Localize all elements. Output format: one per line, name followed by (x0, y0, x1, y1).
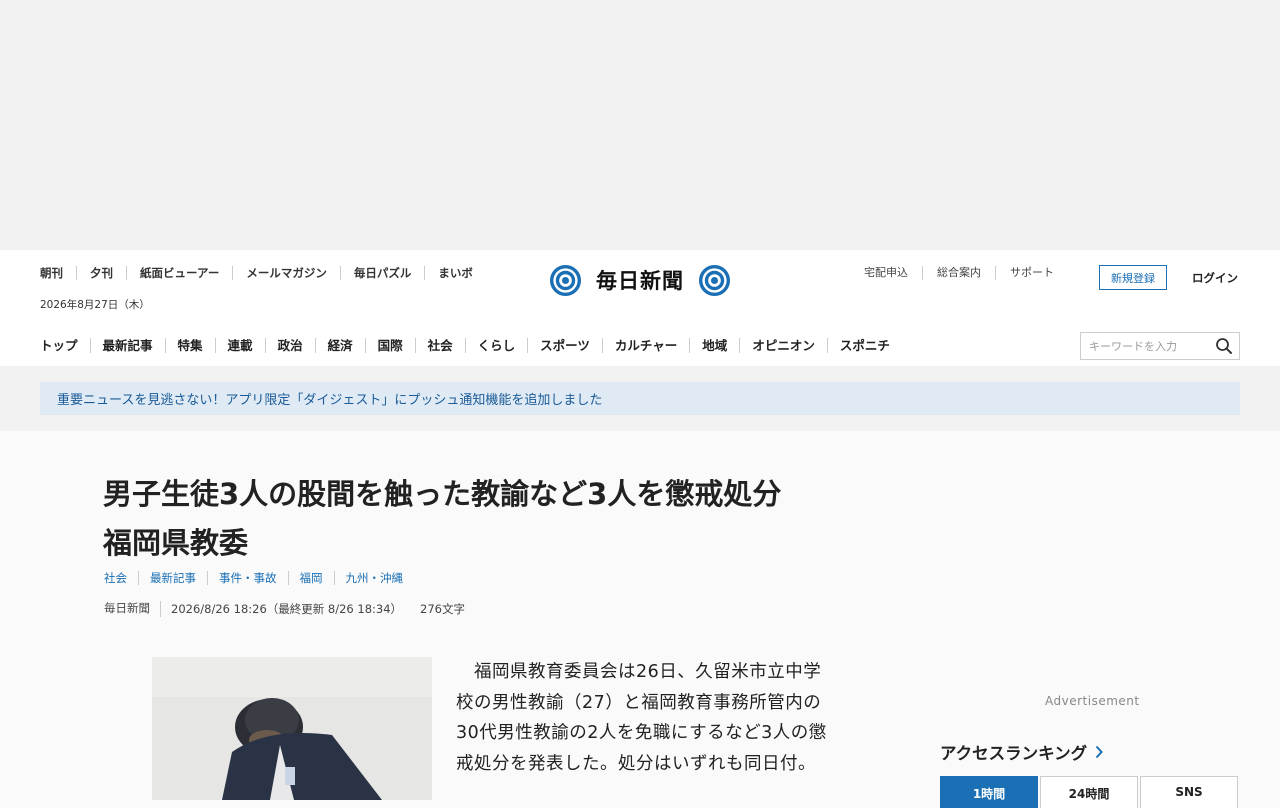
ranking-title-link[interactable]: アクセスランキング (940, 740, 1104, 764)
tab-24hours[interactable]: 24時間 (1040, 776, 1138, 808)
top-nav-item-maibo[interactable]: まいボ (424, 266, 486, 280)
login-button[interactable]: ログイン (1192, 270, 1238, 286)
tag-link[interactable]: 九州・沖縄 (333, 571, 415, 585)
logo-emblem-icon (549, 264, 582, 296)
main-nav-item-latest[interactable]: 最新記事 (89, 338, 165, 353)
utility-nav: 宅配申込 総合案内 サポート (864, 266, 1068, 280)
tag-link[interactable]: 最新記事 (138, 571, 207, 585)
site-logo[interactable]: 毎日新聞 (549, 263, 731, 297)
main-nav-item-international[interactable]: 国際 (364, 338, 415, 353)
article-title-line: 男子生徒3人の股間を触った教諭など3人を懲戒処分 (103, 477, 782, 511)
chevron-right-icon (1095, 745, 1104, 759)
app-notice-link[interactable]: 重要ニュースを見逃さない！アプリ限定「ダイジェスト」にプッシュ通知機能を追加しま… (57, 389, 602, 408)
search-icon[interactable] (1215, 337, 1233, 355)
ranking-title: アクセスランキング (940, 744, 1088, 763)
logo-emblem-icon (698, 264, 731, 296)
main-nav-item-opinion[interactable]: オピニオン (739, 338, 827, 353)
article-tags: 社会 最新記事 事件・事故 福岡 九州・沖縄 (104, 571, 414, 585)
main-nav-item-features[interactable]: 特集 (164, 338, 215, 353)
article-title: 男子生徒3人の股間を触った教諭など3人を懲戒処分 福岡県教委 (103, 470, 903, 568)
ranking-tabs: 1時間 24時間 SNS (940, 776, 1240, 808)
top-nav: 朝刊 夕刊 紙面ビューアー メールマガジン 毎日パズル まいボ (40, 266, 486, 280)
main-nav: トップ 最新記事 特集 連載 政治 経済 国際 社会 くらし スポーツ カルチャ… (40, 338, 902, 353)
article-meta: 毎日新聞 2026/8/26 18:26（最終更新 8/26 18:34） 27… (104, 601, 465, 617)
util-nav-delivery[interactable]: 宅配申込 (864, 266, 922, 280)
article-timestamp: 2026/8/26 18:26（最終更新 8/26 18:34） (171, 602, 403, 616)
register-button[interactable]: 新規登録 (1099, 265, 1167, 290)
article-char-count: 276文字 (420, 602, 465, 616)
search-input[interactable] (1087, 338, 1215, 354)
tab-1hour[interactable]: 1時間 (940, 776, 1038, 808)
main-nav-item-top[interactable]: トップ (40, 338, 90, 353)
tab-sns[interactable]: SNS (1140, 776, 1238, 808)
main-nav-item-series[interactable]: 連載 (214, 338, 265, 353)
bowing-officials-photo-image (152, 657, 432, 800)
util-nav-guide[interactable]: 総合案内 (922, 266, 995, 280)
top-nav-item-puzzle[interactable]: 毎日パズル (339, 266, 425, 280)
top-nav-item-newsletter[interactable]: メールマガジン (232, 266, 340, 280)
main-nav-item-regional[interactable]: 地域 (689, 338, 739, 353)
search-box (1080, 332, 1240, 360)
tag-link[interactable]: 福岡 (287, 571, 334, 585)
util-nav-support[interactable]: サポート (995, 266, 1068, 280)
sidebar-ad-label: Advertisement (1045, 694, 1140, 708)
main-nav-item-lifestyle[interactable]: くらし (464, 338, 528, 353)
current-date: 2026年8月27日（木） (40, 299, 150, 311)
top-nav-item-evening[interactable]: 夕刊 (76, 266, 126, 280)
top-ad-area (0, 0, 1280, 250)
top-nav-item-morning[interactable]: 朝刊 (40, 266, 76, 280)
app-notice-banner: 重要ニュースを見逃さない！アプリ限定「ダイジェスト」にプッシュ通知機能を追加しま… (40, 382, 1240, 415)
article-source: 毎日新聞 (104, 601, 161, 617)
main-nav-item-culture[interactable]: カルチャー (601, 338, 689, 353)
main-nav-item-society[interactable]: 社会 (414, 338, 465, 353)
article-photo[interactable] (152, 657, 432, 800)
main-nav-item-economy[interactable]: 経済 (314, 338, 365, 353)
article-body: 福岡県教育委員会は26日、久留米市立中学校の男性教諭（27）と福岡教育事務所管内… (456, 662, 827, 774)
tag-link[interactable]: 事件・事故 (207, 571, 288, 585)
main-nav-item-sports[interactable]: スポーツ (527, 338, 602, 353)
article-title-line: 福岡県教委 (103, 526, 249, 560)
logo-text: 毎日新聞 (596, 268, 684, 293)
tag-link[interactable]: 社会 (104, 571, 138, 585)
top-nav-item-viewer[interactable]: 紙面ビューアー (126, 266, 232, 280)
main-nav-item-politics[interactable]: 政治 (264, 338, 315, 353)
main-nav-item-suponichi[interactable]: スポニチ (826, 338, 902, 353)
